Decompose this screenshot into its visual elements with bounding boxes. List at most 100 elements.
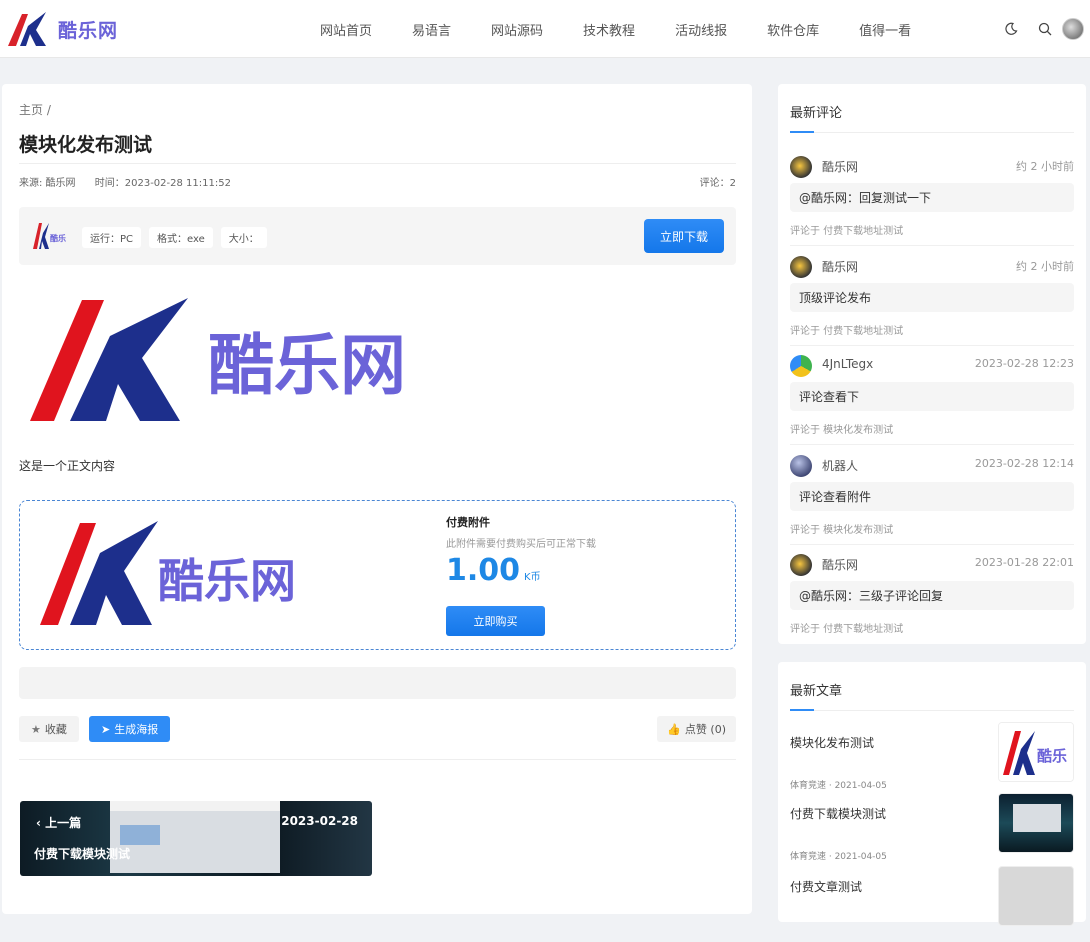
article-thumbnail — [998, 793, 1074, 853]
avatar — [790, 256, 812, 278]
star-icon: ★ — [31, 722, 41, 736]
avatar — [790, 455, 812, 477]
nav-activities[interactable]: 活动线报 — [675, 20, 727, 39]
download-button[interactable]: 立即下载 — [644, 219, 724, 253]
comment-item[interactable]: 酷乐网 约 2 小时前 @酷乐网：回复测试一下 评论于 付费下载地址测试 — [790, 150, 1074, 248]
recent-comments-widget: 最新评论 酷乐网 约 2 小时前 @酷乐网：回复测试一下 评论于 付费下载地址测… — [778, 84, 1086, 644]
comment-item[interactable]: 酷乐网 2023-01-28 22:01 @酷乐网：三级子评论回复 评论于 付费… — [790, 548, 1074, 646]
prev-post-title: 付费下载模块测试 — [34, 847, 131, 861]
favorite-button[interactable]: ★ 收藏 — [19, 716, 79, 742]
post-comment-count[interactable]: 评论：2 — [700, 174, 736, 189]
post-source: 来源: 酷乐网 — [19, 178, 76, 189]
breadcrumb[interactable]: 主页 / — [19, 101, 51, 118]
article-logo-image: 酷乐网 — [30, 298, 406, 421]
article-meta: 体育竞速 · 2021-04-05 — [790, 852, 887, 862]
recent-articles-widget: 最新文章 模块化发布测试 体育竞速 · 2021-04-05 酷乐 付费下载模块… — [778, 662, 1086, 926]
poster-label: 生成海报 — [114, 723, 159, 736]
header-actions — [994, 0, 1090, 58]
post-meta: 来源: 酷乐网 时间：2023-02-28 11:11:52 — [19, 174, 247, 189]
nav-worth-seeing[interactable]: 值得一看 — [859, 20, 911, 39]
widget-title: 最新文章 — [790, 684, 843, 699]
like-label: 点赞 (0) — [684, 723, 726, 736]
attachment-title: 付费附件 — [446, 516, 490, 529]
prev-post-date: 2023-02-28 — [281, 814, 358, 828]
tag-format: 格式：exe — [149, 227, 213, 248]
nav-source-code[interactable]: 网站源码 — [491, 20, 543, 39]
avatar — [790, 156, 812, 178]
price-unit: K币 — [524, 572, 541, 583]
svg-text:酷乐网: 酷乐网 — [158, 554, 296, 608]
attachment-price: 1.00 K币 — [446, 553, 541, 588]
buy-now-button[interactable]: 立即购买 — [446, 606, 545, 636]
prev-post-thumbnail — [110, 801, 280, 873]
divider — [19, 163, 736, 164]
comment-source: 评论于 模块化发布测试 — [790, 425, 894, 436]
site-logo[interactable]: 酷乐网 — [6, 10, 118, 48]
logo-k-icon — [8, 12, 46, 46]
user-avatar[interactable] — [1062, 18, 1084, 40]
tag-size: 大小： — [220, 227, 267, 248]
download-box: 酷乐 运行：PC 格式：exe 大小： 立即下载 — [19, 207, 736, 265]
download-logo-icon: 酷乐 — [33, 223, 66, 249]
nav-software[interactable]: 软件仓库 — [767, 20, 819, 39]
comment-time: 约 2 小时前 — [1016, 260, 1074, 273]
comment-text: 评论查看附件 — [790, 482, 1074, 511]
svg-text:酷乐网: 酷乐网 — [208, 327, 406, 404]
nav-tutorials[interactable]: 技术教程 — [583, 20, 635, 39]
thumbs-up-icon: 👍 — [667, 722, 681, 736]
search-icon[interactable] — [1028, 0, 1062, 58]
avatar — [790, 554, 812, 576]
article-item[interactable]: 付费下载模块测试 体育竞速 · 2021-04-05 — [790, 793, 1074, 869]
price-value: 1.00 — [446, 553, 521, 588]
comment-text: 评论查看下 — [790, 382, 1074, 411]
paid-attachment: 酷乐网 付费附件 此附件需要付费购买后可正常下载 1.00 K币 立即购买 — [19, 500, 736, 650]
divider — [19, 759, 736, 760]
article-card: 主页 / 模块化发布测试 来源: 酷乐网 时间：2023-02-28 11:11… — [2, 84, 752, 914]
comment-time: 2023-02-28 12:14 — [974, 457, 1074, 470]
site-name: 酷乐网 — [58, 19, 119, 42]
paper-plane-icon: ➤ — [101, 722, 111, 736]
article-title: 付费下载模块测试 — [790, 807, 887, 821]
article-meta: 体育竞速 · 2021-04-05 — [790, 781, 887, 791]
favorite-label: 收藏 — [44, 723, 67, 736]
comment-author: 酷乐网 — [822, 558, 859, 572]
article-body: 这是一个正文内容 — [19, 459, 116, 473]
svg-text:酷乐: 酷乐 — [1037, 747, 1067, 765]
svg-text:酷乐: 酷乐 — [50, 233, 66, 243]
widget-title: 最新评论 — [790, 106, 843, 121]
generate-poster-button[interactable]: ➤ 生成海报 — [89, 716, 171, 742]
download-tags: 运行：PC 格式：exe 大小： — [82, 227, 275, 248]
dark-mode-icon[interactable] — [994, 0, 1028, 58]
chevron-left-icon: ‹ — [36, 816, 46, 830]
comment-item[interactable]: 酷乐网 约 2 小时前 顶级评论发布 评论于 付费下载地址测试 — [790, 250, 1074, 348]
avatar — [790, 355, 812, 377]
comment-source: 评论于 付费下载地址测试 — [790, 326, 904, 337]
comment-text: @酷乐网：回复测试一下 — [790, 183, 1074, 212]
article-title: 付费文章测试 — [790, 880, 863, 894]
comment-item[interactable]: 4JnLTegx 2023-02-28 12:23 评论查看下 评论于 模块化发… — [790, 349, 1074, 447]
attachment-desc: 此附件需要付费购买后可正常下载 — [446, 539, 596, 550]
prev-post-card[interactable]: ‹ 上一篇 2023-02-28 付费下载模块测试 — [20, 801, 372, 876]
empty-notice-bar — [19, 667, 736, 699]
comment-source: 评论于 付费下载地址测试 — [790, 624, 904, 635]
nav-easy-language[interactable]: 易语言 — [412, 20, 451, 39]
nav-home[interactable]: 网站首页 — [320, 20, 372, 39]
comment-source: 评论于 模块化发布测试 — [790, 525, 894, 536]
article-item[interactable]: 模块化发布测试 体育竞速 · 2021-04-05 酷乐 — [790, 722, 1074, 798]
comment-source: 评论于 付费下载地址测试 — [790, 226, 904, 237]
comment-author: 酷乐网 — [822, 160, 859, 174]
comment-author: 酷乐网 — [822, 260, 859, 274]
article-actions: ★ 收藏 ➤ 生成海报 👍 点赞 (0) — [19, 716, 736, 744]
page-title: 模块化发布测试 — [19, 134, 153, 156]
comment-author: 4JnLTegx — [822, 357, 874, 371]
post-time: 时间：2023-02-28 11:11:52 — [94, 178, 231, 189]
comment-time: 约 2 小时前 — [1016, 160, 1074, 173]
top-header: 酷乐网 网站首页 易语言 网站源码 技术教程 活动线报 软件仓库 值得一看 — [0, 0, 1090, 58]
tag-platform: 运行：PC — [82, 227, 142, 248]
comment-text: 顶级评论发布 — [790, 283, 1074, 312]
like-button[interactable]: 👍 点赞 (0) — [657, 716, 736, 742]
article-item[interactable]: 付费文章测试 — [790, 866, 1074, 942]
comment-author: 机器人 — [822, 459, 859, 473]
comment-time: 2023-01-28 22:01 — [974, 556, 1074, 569]
comment-item[interactable]: 机器人 2023-02-28 12:14 评论查看附件 评论于 模块化发布测试 — [790, 449, 1074, 547]
